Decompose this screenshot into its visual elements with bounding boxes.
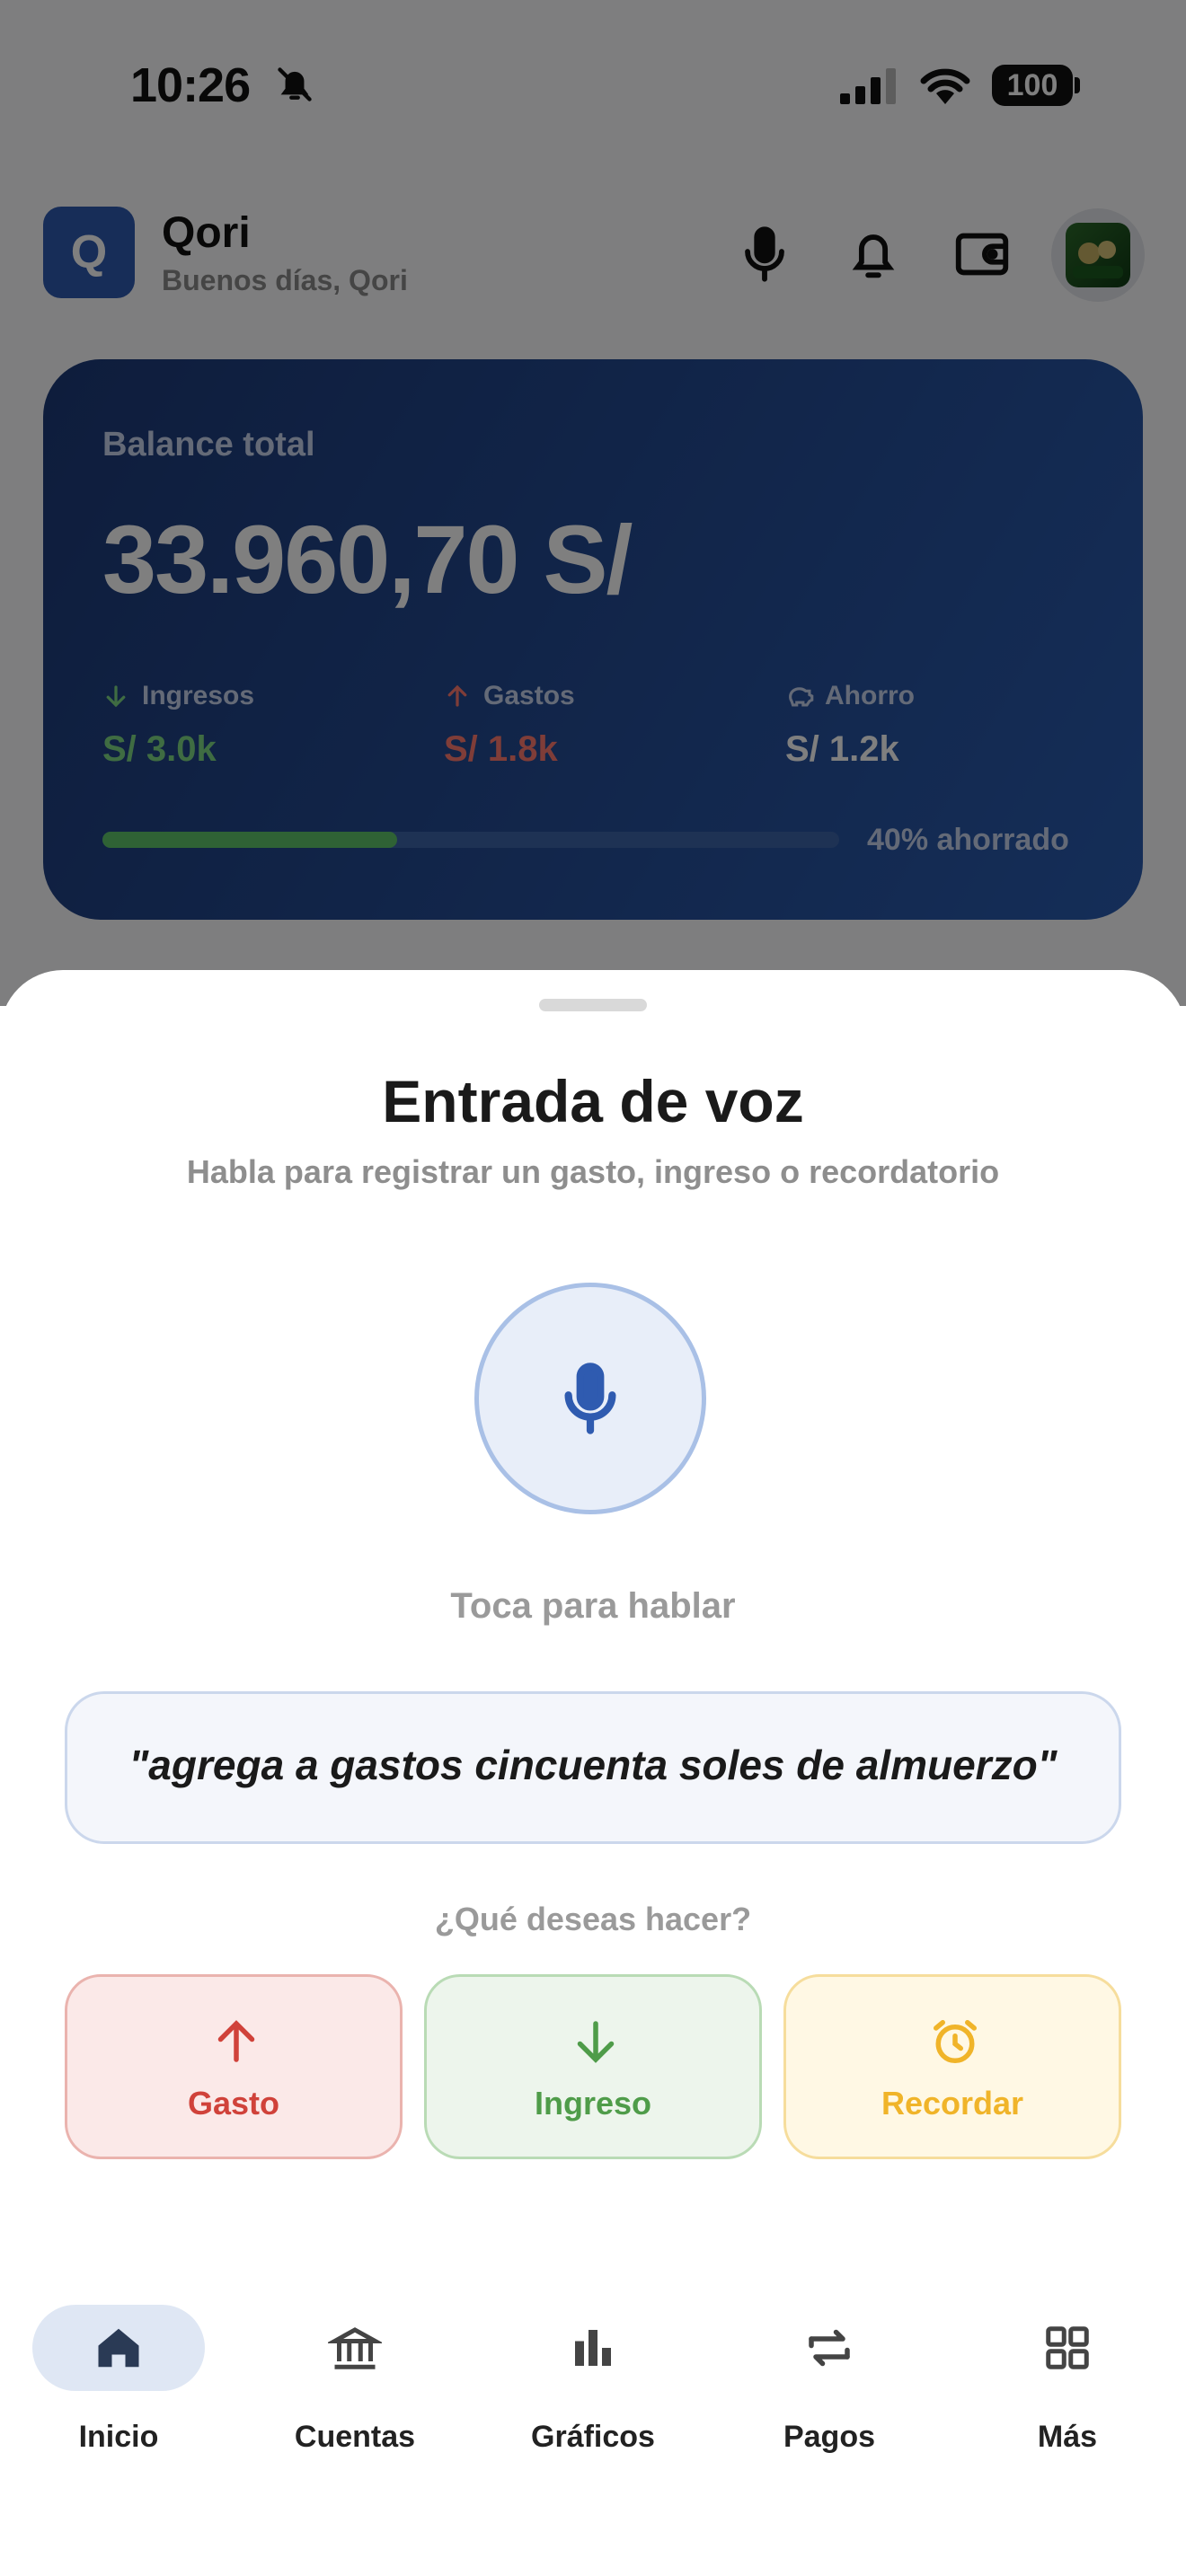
nav-item-mas[interactable]: Más — [969, 2305, 1166, 2466]
expense-action-button[interactable]: Gasto — [65, 1974, 403, 2159]
alarm-clock-icon — [934, 2020, 977, 2063]
sheet-title: Entrada de voz — [382, 1068, 804, 1134]
nav-item-graficos[interactable]: Gráficos — [494, 2305, 692, 2466]
example-phrase: "agrega a gastos cincuenta soles de almu… — [128, 1742, 1058, 1788]
mic-hint: Toca para hablar — [450, 1586, 736, 1626]
income-action-button[interactable]: Ingreso — [424, 1974, 762, 2159]
reminder-action-button[interactable]: Recordar — [783, 1974, 1121, 2159]
reminder-action-label: Recordar — [881, 2085, 1024, 2122]
home-icon — [98, 2328, 139, 2368]
modal-overlay[interactable] — [0, 0, 1186, 1006]
sheet-drag-handle[interactable] — [539, 999, 647, 1011]
nav-item-inicio[interactable]: Inicio — [20, 2305, 217, 2466]
sheet-subtitle: Habla para registrar un gasto, ingreso o… — [186, 1153, 1000, 1190]
record-voice-button[interactable] — [474, 1283, 706, 1514]
arrow-up-icon — [217, 2020, 255, 2062]
income-action-label: Ingreso — [534, 2085, 652, 2122]
nav-label: Inicio — [78, 2420, 159, 2454]
expense-action-label: Gasto — [187, 2085, 280, 2122]
action-question: ¿Qué deseas hacer? — [434, 1901, 752, 1937]
grid-icon — [1046, 2326, 1089, 2369]
home-screen: 10:26 100 Q Qori Buenos días, Qori Balan… — [0, 0, 1186, 1006]
microphone-icon — [564, 1363, 616, 1434]
nav-label: Gráficos — [531, 2420, 655, 2454]
nav-label: Cuentas — [294, 2420, 416, 2454]
bar-chart-icon — [575, 2330, 611, 2366]
bank-icon — [328, 2327, 382, 2369]
nav-label: Pagos — [783, 2420, 876, 2454]
nav-label: Más — [1037, 2420, 1098, 2454]
nav-item-cuentas[interactable]: Cuentas — [256, 2305, 454, 2466]
nav-item-pagos[interactable]: Pagos — [730, 2305, 928, 2466]
arrow-down-icon — [577, 2021, 615, 2063]
transfer-icon — [809, 2329, 850, 2367]
